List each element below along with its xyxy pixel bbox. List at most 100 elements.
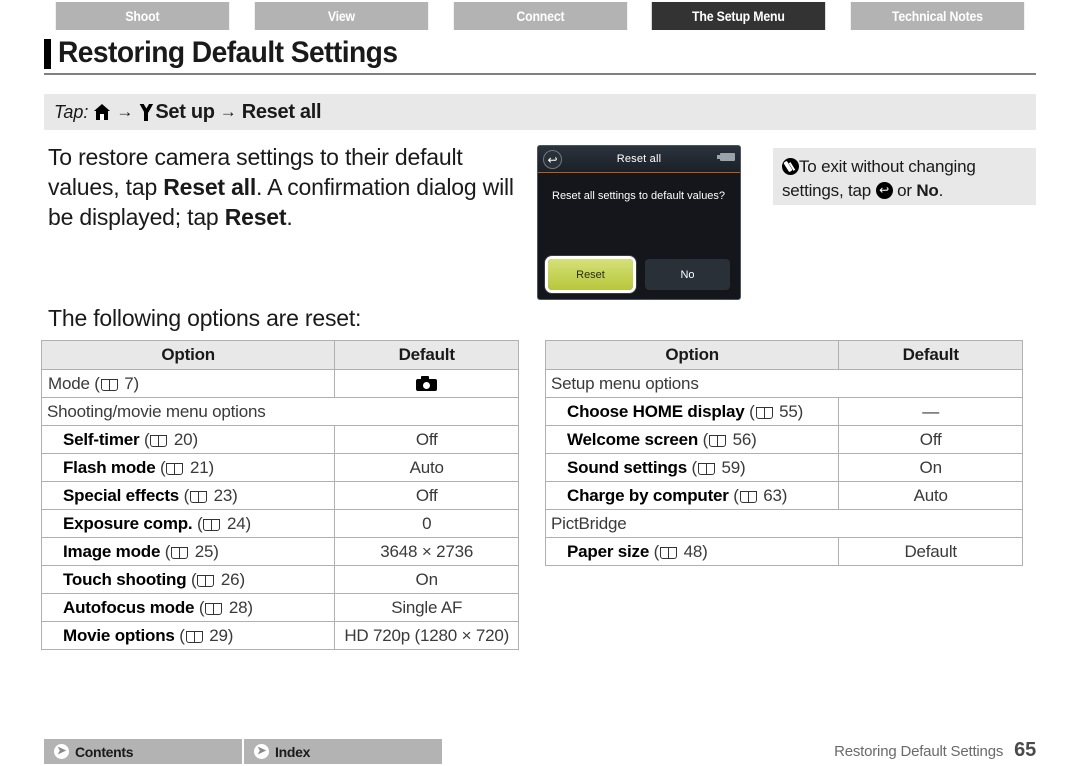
table-cell-option: Movie options ( 29) [40,621,336,650]
table-section-label: PictBridge [545,509,1023,538]
option-name: Touch shooting [63,569,187,589]
page-reference-icon [185,630,203,643]
tab-shoot[interactable]: Shoot [55,2,229,30]
page-reference-icon [709,434,727,447]
camera-screen-title: Reset all [616,153,662,165]
tab-connect[interactable]: Connect [453,2,627,30]
option-page-ref: 29 [204,625,228,645]
table-cell-option: Autofocus mode ( 28) [40,593,336,622]
camera-icon [416,375,438,391]
camera-screen-buttons: Reset No [538,259,740,290]
option-name: Welcome screen [567,429,699,449]
table-row: Shooting/movie menu options [41,397,519,426]
table-row: PictBridge [545,509,1023,538]
note-text-c: . [938,181,944,200]
return-icon: ↩ [875,182,893,199]
page-reference-icon [197,574,215,587]
arrow-right-circle-icon: ➤ [54,744,69,759]
table-row: Welcome screen ( 56) Off [544,425,1023,454]
page-reference-icon [203,518,221,531]
table-cell-option: Choose HOME display ( 55) [544,397,840,426]
page-reference-icon [205,602,223,615]
tap-prefix-label: Tap: [54,101,89,122]
arrow-icon-1: → [116,102,134,121]
tab-label: Connect [515,8,565,24]
tab-technical-notes[interactable]: Technical Notes [850,2,1025,30]
table-cell-default: Off [838,425,1023,454]
footer-page-number: 65 [1014,739,1036,761]
option-page-ref: 56 [728,429,752,449]
title-accent-mark [44,39,51,69]
footer-index-button[interactable]: ➤ Index [244,739,442,764]
page-reference-icon [166,462,184,475]
tab-view[interactable]: View [254,2,428,30]
option-page-ref: 55 [774,401,798,421]
table-cell-default: On [838,453,1023,482]
tab-label: Technical Notes [892,8,984,24]
option-page-ref: 7 [119,373,134,393]
tab-the-setup-menu[interactable]: The Setup Menu [652,2,826,30]
intro-paragraph: To restore camera settings to their defa… [48,142,518,232]
table-cell-option: Touch shooting ( 26) [40,565,336,594]
footer-running-head: Restoring Default Settings 65 [834,739,1036,762]
table-cell-default: Auto [838,481,1023,510]
footer-contents-button[interactable]: ➤ Contents [44,739,242,764]
option-name: Image mode [63,541,161,561]
title-divider [44,73,1036,75]
table-cell-default: 3648 × 2736 [334,537,519,566]
camera-screen-illustration: ↩ Reset all Reset all settings to defaul… [537,145,741,300]
table-cell-default: Off [334,425,519,454]
table-cell-default: Default [838,537,1023,566]
page-title: Restoring Default Settings [58,36,398,69]
column-header-option: Option [40,340,336,370]
option-page-ref: 24 [222,513,246,533]
option-name: Movie options [63,625,175,645]
option-name: Flash mode [63,457,156,477]
option-name: Self-timer [63,429,140,449]
option-page-ref: 21 [185,457,209,477]
footer-section-title: Restoring Default Settings [834,743,1004,760]
option-page-ref: 23 [209,485,233,505]
battery-icon [717,153,735,161]
note-text-b: or [892,181,917,200]
table-cell-option: Exposure comp. ( 24) [40,509,336,538]
reset-options-table-right: Option Default Setup menu options Choose … [544,340,1023,566]
page-reference-icon [739,490,757,503]
table-cell-default [334,369,519,398]
camera-screen-titlebar: ↩ Reset all [538,146,740,173]
page-reference-icon [150,434,168,447]
option-name: Paper size [567,541,650,561]
table-row: Flash mode ( 21) Auto [40,453,519,482]
table-cell-default: — [838,397,1023,426]
table-row: Exposure comp. ( 24) 0 [40,509,519,538]
column-header-option: Option [544,340,840,370]
option-page-ref: 25 [190,541,214,561]
table-row: Mode ( 7) [40,369,519,398]
intro-bold-reset: Reset [224,204,287,230]
footer-contents-label: Contents [75,743,134,760]
home-icon [94,104,111,120]
tab-label: The Setup Menu [692,8,786,24]
page-reference-icon [190,490,208,503]
table-row: Autofocus mode ( 28) Single AF [40,593,519,622]
table-row: Movie options ( 29) HD 720p (1280 × 720) [40,621,519,650]
column-header-default: Default [838,340,1023,370]
pencil-note-icon [782,158,799,175]
table-section-label: Shooting/movie menu options [41,397,519,426]
page-reference-icon [697,462,715,475]
wrench-icon [139,104,153,121]
intro-bold-reset-all: Reset all [163,174,257,200]
option-name: Charge by computer [567,485,729,505]
camera-reset-button: Reset [548,259,633,290]
table-cell-option: Image mode ( 25) [40,537,336,566]
table-cell-option: Special effects ( 23) [40,481,336,510]
column-header-default: Default [334,340,519,370]
option-name: Choose HOME display [567,401,745,421]
page-reference-icon [100,378,118,391]
table-row: Self-timer ( 20) Off [40,425,519,454]
page-reference-icon [171,546,189,559]
footer-navigation: ➤ Contents ➤ Index [44,739,442,764]
table-row: Image mode ( 25) 3648 × 2736 [40,537,519,566]
table-cell-option: Charge by computer ( 63) [544,481,840,510]
page-title-block: Restoring Default Settings [44,36,1036,75]
